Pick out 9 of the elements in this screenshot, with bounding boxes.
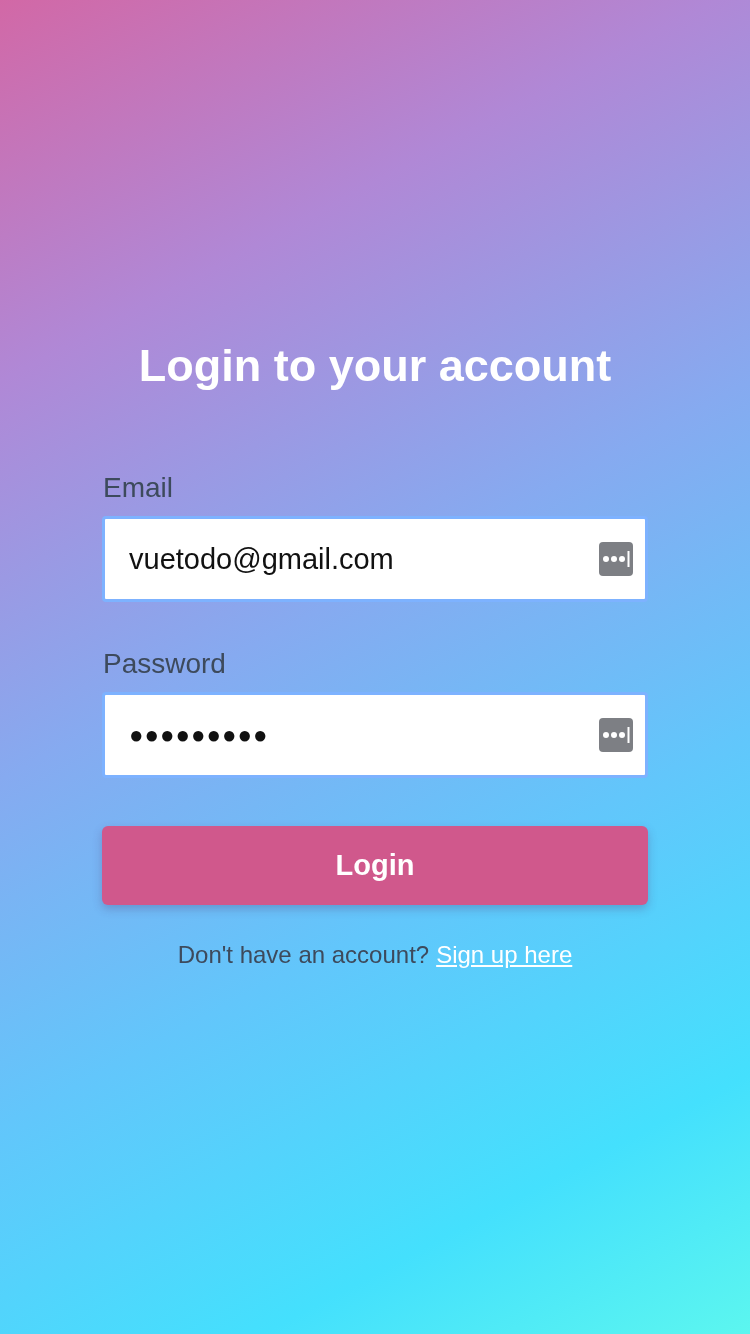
field-label: Email — [103, 472, 174, 504]
signup-prompt: Don't have an account? — [177, 941, 430, 969]
field-label: Password — [103, 648, 227, 680]
input-field[interactable]: ●●●●●●●●● — [102, 692, 648, 778]
input-field[interactable]: vuetodo@gmail.com — [102, 516, 648, 602]
password-manager-icon[interactable] — [599, 542, 633, 576]
password-manager-icon[interactable] — [599, 718, 633, 752]
page-title: Login to your account — [138, 340, 612, 392]
login-button[interactable]: Login — [102, 826, 648, 905]
